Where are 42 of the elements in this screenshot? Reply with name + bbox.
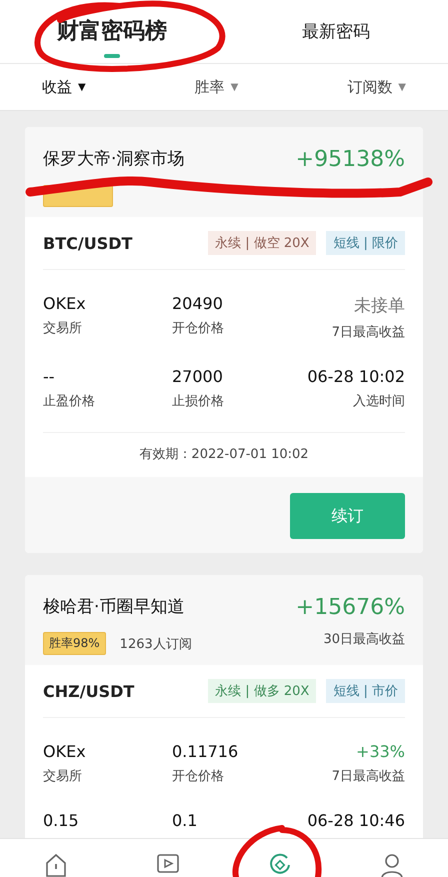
- tag: 短线 | 限价: [326, 231, 405, 255]
- person-icon[interactable]: [379, 852, 405, 877]
- sort-option[interactable]: 订阅数 ▼: [347, 78, 406, 96]
- field-value: 20490: [172, 294, 224, 313]
- field-value: +33%: [356, 742, 405, 761]
- field-label: 开仓价格: [172, 768, 225, 785]
- field-label: 止损价格: [172, 393, 225, 410]
- return-percent: +95138%: [296, 147, 405, 174]
- field-value: --: [43, 367, 56, 386]
- field-value: 06-28 10:46: [307, 811, 405, 830]
- tab[interactable]: 最新密码: [224, 0, 448, 63]
- field-label: 开仓价格: [172, 320, 225, 337]
- win-rate-badge: 胜率98%: [43, 632, 106, 655]
- tag: 短线 | 市价: [326, 679, 405, 703]
- field-value: 0.1: [172, 811, 198, 830]
- sort-option[interactable]: 收益 ▼: [42, 78, 86, 96]
- trading-pair: CHZ/USDT: [43, 682, 136, 700]
- field-value: 0.11716: [172, 742, 240, 761]
- return-label: 30日最高收益: [322, 631, 405, 649]
- subscriber-count: 1263人订阅: [120, 636, 192, 652]
- field-label: 7日最高收益: [332, 324, 405, 341]
- trader-name: 梭哈君·币圈早知道: [43, 596, 186, 619]
- tag: 永续 | 做多 20X: [208, 679, 316, 703]
- field-value: 06-28 10:02: [307, 367, 405, 386]
- field-label: 7日最高收益: [332, 768, 405, 785]
- trader-name: 保罗大帝·洞察市场: [43, 148, 186, 171]
- field-label: 交易所: [43, 768, 83, 785]
- field-label: 入选时间: [353, 393, 405, 410]
- trading-pair: BTC/USDT: [43, 234, 134, 252]
- field-label: 交易所: [43, 320, 83, 337]
- field-value: 0.15: [43, 811, 80, 830]
- field-label: 止盈价格: [43, 393, 96, 410]
- tag: 永续 | 做空 20X: [208, 231, 316, 255]
- return-percent: +15676%: [296, 595, 405, 622]
- field-value: OKEx: [43, 294, 87, 313]
- tab[interactable]: 财富密码榜: [0, 0, 224, 63]
- home-icon[interactable]: [43, 852, 69, 877]
- field-value: OKEx: [43, 742, 87, 761]
- field-value: 未接单: [354, 295, 405, 317]
- field-value: 27000: [172, 367, 224, 386]
- sort-option[interactable]: 胜率 ▼: [194, 78, 238, 96]
- target-icon[interactable]: [267, 852, 293, 877]
